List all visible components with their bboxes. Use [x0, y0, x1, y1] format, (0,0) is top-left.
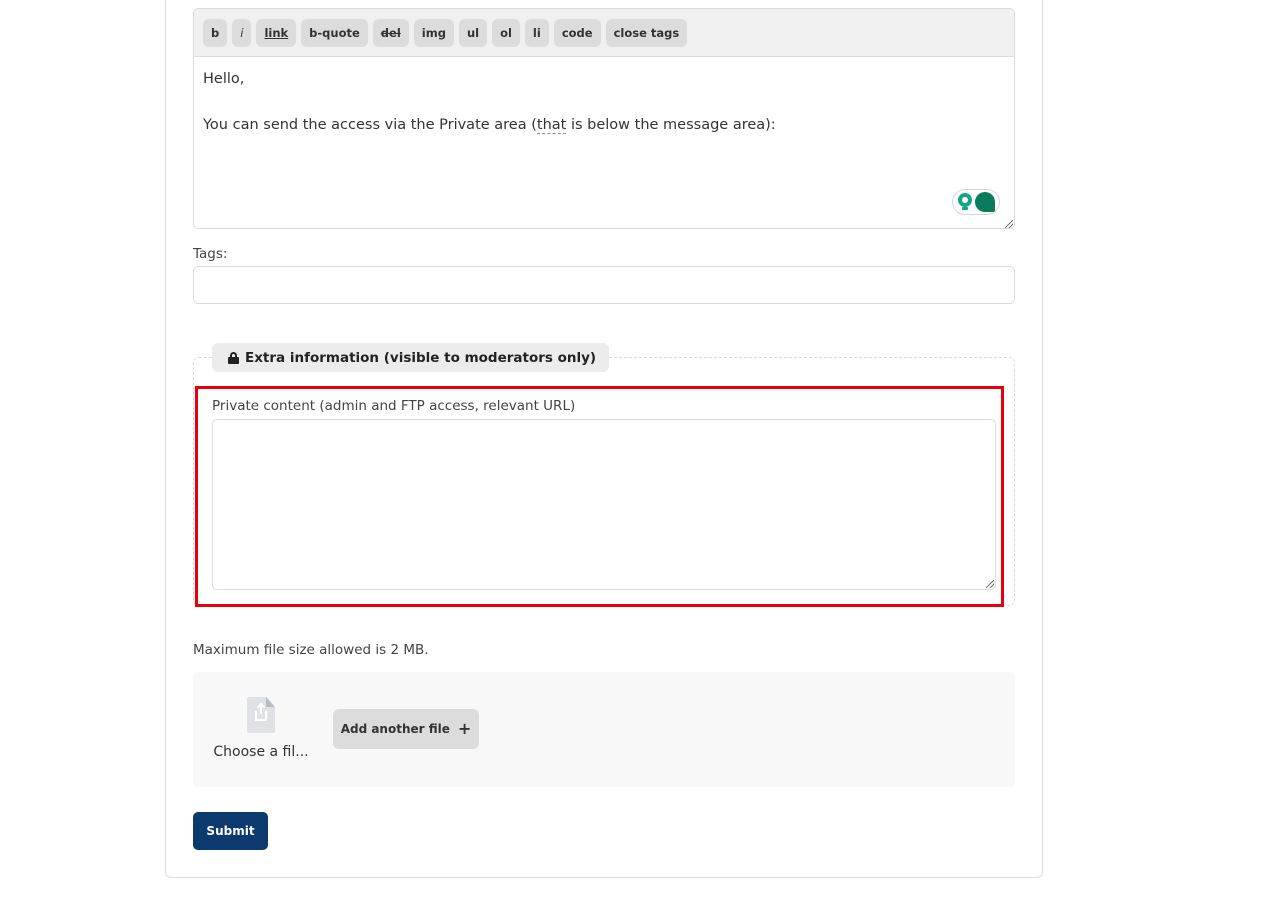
message-text: is below the message area): — [566, 117, 776, 133]
upload-area: Choose a fil... Add another file + — [193, 672, 1015, 787]
message-line: You can send the access via the Private … — [203, 114, 1005, 137]
italic-button[interactable]: i — [232, 18, 252, 47]
max-file-size-note: Maximum file size allowed is 2 MB. — [193, 642, 429, 658]
delete-button[interactable]: del — [372, 18, 409, 47]
add-another-file-label: Add another file — [340, 722, 450, 736]
message-line: Hello, — [203, 71, 245, 87]
resize-handle[interactable] — [1005, 220, 1013, 228]
private-content-label: Private content (admin and FTP access, r… — [212, 398, 576, 414]
lightbulb-icon — [957, 193, 972, 211]
choose-file-label: Choose a fil... — [213, 744, 309, 760]
message-text: You can send the access via the Private … — [203, 117, 537, 133]
message-editor: b i link b-quote del img ul ol li code c… — [193, 8, 1015, 229]
editor-toolbar: b i link b-quote del img ul ol li code c… — [194, 9, 1014, 57]
spellcheck-flagged-word[interactable]: that — [536, 117, 567, 134]
bold-button[interactable]: b — [203, 18, 228, 47]
close-tags-button[interactable]: close tags — [605, 18, 688, 47]
grammar-assistant-widget[interactable] — [952, 189, 1000, 215]
message-textarea[interactable]: Hello, You can send the access via the P… — [194, 57, 1014, 228]
tags-label: Tags: — [193, 246, 228, 262]
link-button[interactable]: link — [256, 18, 297, 47]
image-button[interactable]: img — [413, 18, 454, 47]
plus-icon: + — [457, 719, 472, 738]
blockquote-button[interactable]: b-quote — [301, 18, 368, 47]
lock-icon — [228, 351, 239, 364]
tags-input[interactable] — [193, 266, 1015, 304]
add-another-file-button[interactable]: Add another file + — [333, 709, 479, 749]
code-button[interactable]: code — [553, 18, 601, 47]
assistant-blob-icon — [974, 192, 995, 212]
extra-info-legend: Extra information (visible to moderators… — [212, 343, 610, 372]
ordered-list-button[interactable]: ol — [492, 18, 520, 47]
private-content-textarea[interactable] — [212, 419, 996, 590]
choose-file-button[interactable]: Choose a fil... — [213, 697, 309, 760]
submit-button[interactable]: Submit — [193, 812, 268, 850]
resize-handle[interactable] — [986, 580, 994, 588]
legend-text: Extra information (visible to moderators… — [245, 349, 597, 366]
file-upload-icon — [247, 697, 275, 733]
unordered-list-button[interactable]: ul — [458, 18, 488, 47]
list-item-button[interactable]: li — [524, 18, 549, 47]
